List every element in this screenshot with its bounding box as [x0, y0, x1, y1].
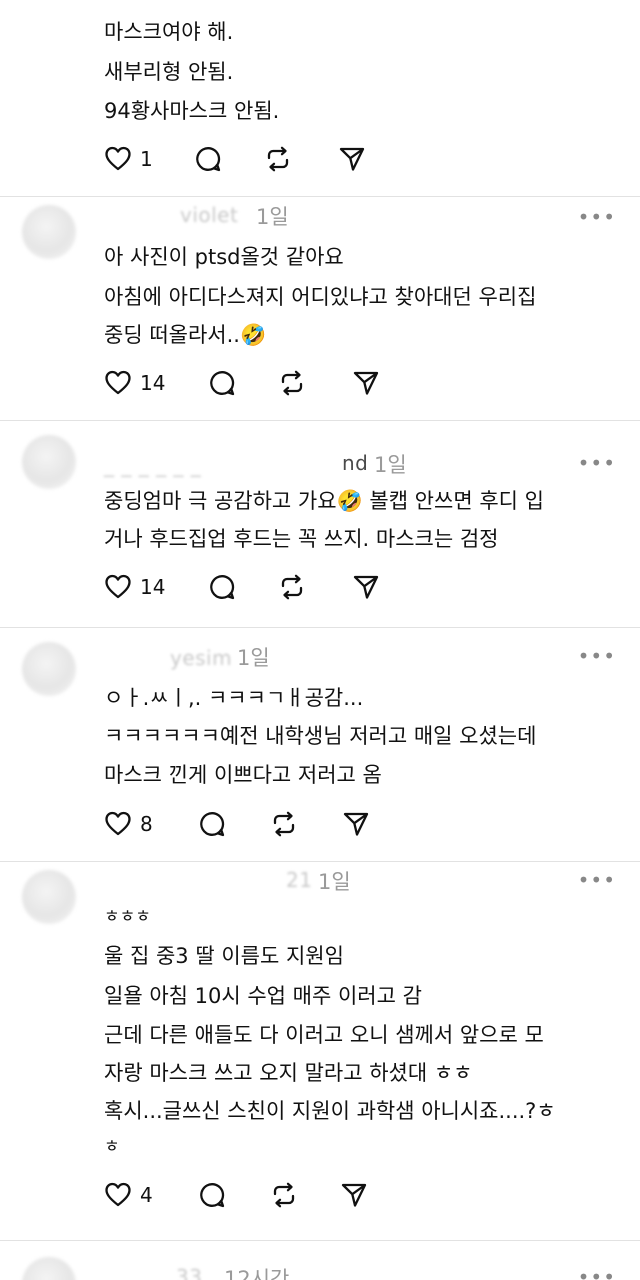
- reply-text-line: 새부리형 안됨.: [104, 60, 234, 84]
- reply-text-line: 근데 다른 애들도 다 이러고 오니 샘께서 앞으로 모: [104, 1023, 544, 1047]
- speech-bubble-icon: [198, 810, 226, 838]
- like-button[interactable]: [104, 369, 132, 397]
- heart-outline-icon: [104, 573, 132, 601]
- like-count: 4: [140, 1183, 153, 1207]
- timestamp: 12시간: [224, 1267, 290, 1280]
- speech-bubble-icon: [208, 369, 236, 397]
- paper-plane-icon: [352, 573, 380, 601]
- thread-reply-5: 33 12시간 •••: [0, 1241, 640, 1280]
- like-count: 8: [140, 812, 153, 836]
- thread-reply-0: 마스크여야 해. 새부리형 안됨. 94황사마스크 안됨. 1: [0, 0, 640, 200]
- author-name[interactable]: 21: [286, 868, 312, 892]
- reply-text-line: 마스크여야 해.: [104, 20, 234, 44]
- reply-actions: 14: [104, 369, 384, 399]
- reply-text-line: 아 사진이 ptsd올것 같아요: [104, 245, 344, 269]
- heart-outline-icon: [104, 1181, 132, 1209]
- reply-text-line: ㅎ: [104, 1137, 120, 1157]
- avatar[interactable]: [22, 870, 76, 924]
- reply-text-line: 거나 후드집업 후드는 꼭 쓰지. 마스크는 검정: [104, 527, 499, 551]
- share-button[interactable]: [340, 1181, 368, 1209]
- timestamp: 1일: [318, 870, 351, 894]
- author-name[interactable]: _ _ _ _ _ _: [104, 453, 201, 477]
- reply-actions: 4: [104, 1181, 384, 1211]
- share-button[interactable]: [342, 810, 370, 838]
- comment-button[interactable]: [198, 810, 226, 838]
- author-name[interactable]: violet: [180, 203, 238, 227]
- heart-outline-icon: [104, 810, 132, 838]
- reply-text-line: 일욜 아침 10시 수업 매주 이러고 감: [104, 984, 422, 1008]
- repost-arrows-icon: [278, 573, 306, 601]
- like-button[interactable]: [104, 1181, 132, 1209]
- thread-reply-4: 21 1일 ••• ㅎㅎㅎ 울 집 중3 딸 이름도 지원임 일욜 아침 10시…: [0, 862, 640, 1240]
- partial-cut-line: [104, 0, 604, 6]
- thread-reply-2: _ _ _ _ _ _ nd 1일 ••• 중딩엄마 극 공감하고 가요🤣 볼캡…: [0, 421, 640, 627]
- repost-button[interactable]: [270, 810, 298, 838]
- reply-text-line: 중딩 떠올라서..🤣: [104, 323, 267, 347]
- like-button[interactable]: [104, 573, 132, 601]
- reply-text-line: 자랑 마스크 쓰고 오지 말라고 하셨대 ㅎㅎ: [104, 1061, 473, 1085]
- paper-plane-icon: [342, 810, 370, 838]
- thread-reply-1: violet 1일 ••• 아 사진이 ptsd올것 같아요 아침에 아디다스져…: [0, 197, 640, 419]
- reply-text-line: 울 집 중3 딸 이름도 지원임: [104, 944, 344, 968]
- paper-plane-icon: [340, 1181, 368, 1209]
- comment-button[interactable]: [198, 1181, 226, 1209]
- avatar[interactable]: [22, 205, 76, 259]
- like-count: 14: [140, 371, 166, 395]
- thread-reply-3: yesim 1일 ••• ㅇㅏ.ㅆㅣ,. ㅋㅋㅋㄱㅐ공감... ㅋㅋㅋㅋㅋㅋ예전…: [0, 628, 640, 860]
- repost-button[interactable]: [278, 573, 306, 601]
- timestamp: 1일: [256, 205, 289, 229]
- author-name[interactable]: 33: [176, 1265, 202, 1280]
- comment-button[interactable]: [208, 573, 236, 601]
- share-button[interactable]: [352, 369, 380, 397]
- repost-arrows-icon: [278, 369, 306, 397]
- comment-button[interactable]: [208, 369, 236, 397]
- timestamp: 1일: [374, 453, 407, 477]
- heart-outline-icon: [104, 369, 132, 397]
- reply-text-line: 중딩엄마 극 공감하고 가요🤣 볼캡 안쓰면 후디 입: [104, 489, 544, 513]
- heart-outline-icon: [104, 145, 132, 173]
- repost-button[interactable]: [278, 369, 306, 397]
- reply-actions: 14: [104, 573, 384, 603]
- avatar[interactable]: [22, 642, 76, 696]
- avatar[interactable]: [22, 1257, 76, 1280]
- reply-actions: 1: [104, 145, 384, 175]
- avatar[interactable]: [22, 435, 76, 489]
- reply-text-line: 마스크 낀게 이쁘다고 저러고 옴: [104, 763, 382, 787]
- paper-plane-icon: [352, 369, 380, 397]
- like-button[interactable]: [104, 810, 132, 838]
- like-count: 1: [140, 147, 153, 171]
- repost-arrows-icon: [264, 145, 292, 173]
- speech-bubble-icon: [198, 1181, 226, 1209]
- speech-bubble-icon: [194, 145, 222, 173]
- like-button[interactable]: [104, 145, 132, 173]
- author-name[interactable]: yesim: [170, 646, 232, 670]
- speech-bubble-icon: [208, 573, 236, 601]
- more-options-icon[interactable]: •••: [578, 451, 616, 475]
- paper-plane-icon: [338, 145, 366, 173]
- reply-actions: 8: [104, 810, 384, 840]
- more-options-icon[interactable]: •••: [578, 644, 616, 668]
- reply-text-line: ㅎㅎㅎ: [104, 907, 151, 927]
- repost-button[interactable]: [264, 145, 292, 173]
- more-options-icon[interactable]: •••: [578, 1265, 616, 1280]
- share-button[interactable]: [352, 573, 380, 601]
- more-options-icon[interactable]: •••: [578, 205, 616, 229]
- reply-text-line: 혹시...글쓰신 스친이 지원이 과학샘 아니시죠....?ㅎ: [104, 1099, 556, 1123]
- reply-text-line: 아침에 아디다스져지 어디있냐고 찾아대던 우리집: [104, 285, 537, 309]
- repost-arrows-icon: [270, 810, 298, 838]
- author-name-tail[interactable]: nd: [342, 451, 368, 475]
- repost-arrows-icon: [270, 1181, 298, 1209]
- reply-text-line: ㅋㅋㅋㅋㅋㅋ예전 내학생님 저러고 매일 오셨는데: [104, 724, 537, 748]
- reply-text-line: ㅇㅏ.ㅆㅣ,. ㅋㅋㅋㄱㅐ공감...: [104, 686, 364, 710]
- share-button[interactable]: [338, 145, 366, 173]
- repost-button[interactable]: [270, 1181, 298, 1209]
- more-options-icon[interactable]: •••: [578, 868, 616, 892]
- comment-button[interactable]: [194, 145, 222, 173]
- like-count: 14: [140, 575, 166, 599]
- timestamp: 1일: [237, 646, 270, 670]
- reply-text-line: 94황사마스크 안됨.: [104, 99, 280, 123]
